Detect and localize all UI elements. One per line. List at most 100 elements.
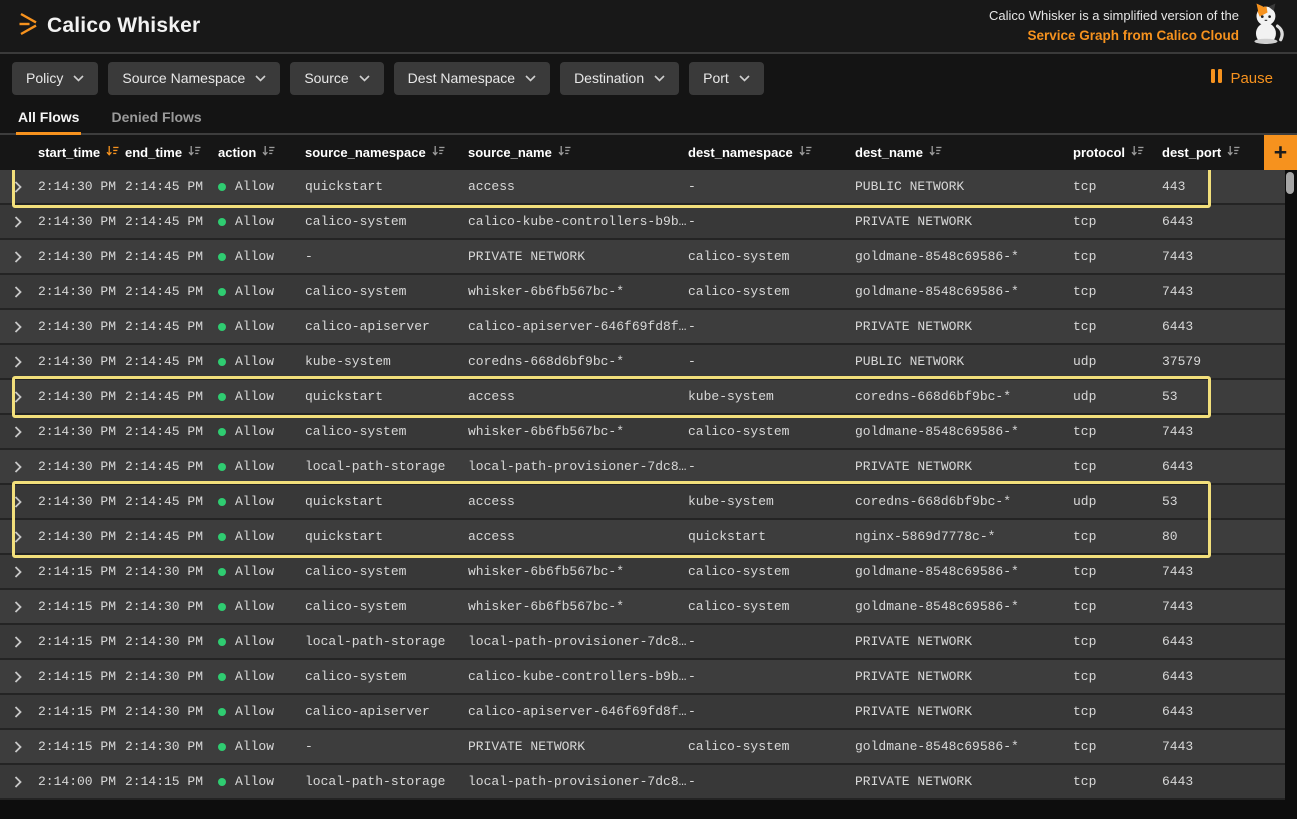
- cell-dest-port: 6443: [1162, 669, 1285, 684]
- table-row[interactable]: 2:14:15 PM 2:14:30 PM Allow calico-syste…: [0, 555, 1285, 590]
- cell-dest-name: PRIVATE NETWORK: [855, 774, 1073, 789]
- cell-source-namespace: kube-system: [305, 354, 468, 369]
- column-header-source-name[interactable]: source_name: [468, 145, 688, 160]
- tab-denied-flows[interactable]: Denied Flows: [109, 102, 203, 135]
- add-column-button[interactable]: +: [1264, 135, 1297, 170]
- cell-source-name: calico-kube-controllers-b9b…: [468, 669, 688, 684]
- action-label: Allow: [235, 774, 274, 789]
- table-row[interactable]: 2:14:30 PM 2:14:45 PM Allow - PRIVATE NE…: [0, 240, 1285, 275]
- cell-source-namespace: local-path-storage: [305, 774, 468, 789]
- cell-protocol: udp: [1073, 354, 1162, 369]
- column-header-protocol[interactable]: protocol: [1073, 145, 1162, 160]
- action-label: Allow: [235, 284, 274, 299]
- expand-row-chevron-icon[interactable]: [14, 706, 38, 718]
- expand-row-chevron-icon[interactable]: [14, 461, 38, 473]
- table-row[interactable]: 2:14:30 PM 2:14:45 PM Allow kube-system …: [0, 345, 1285, 380]
- table-row[interactable]: 2:14:30 PM 2:14:45 PM Allow quickstart a…: [0, 485, 1285, 520]
- cell-dest-name: coredns-668d6bf9bc-*: [855, 389, 1073, 404]
- cell-source-name: access: [468, 529, 688, 544]
- expand-row-chevron-icon[interactable]: [14, 181, 38, 193]
- cell-end-time: 2:14:45 PM: [125, 354, 218, 369]
- cell-dest-namespace: -: [688, 459, 855, 474]
- expand-row-chevron-icon[interactable]: [14, 426, 38, 438]
- table-row[interactable]: 2:14:15 PM 2:14:30 PM Allow - PRIVATE NE…: [0, 730, 1285, 765]
- expand-row-chevron-icon[interactable]: [14, 391, 38, 403]
- filter-dropdown-dest-namespace[interactable]: Dest Namespace: [394, 62, 550, 95]
- table-row[interactable]: 2:14:30 PM 2:14:45 PM Allow calico-syste…: [0, 415, 1285, 450]
- sort-descending-icon: [262, 145, 275, 160]
- vertical-scrollbar-thumb[interactable]: [1286, 172, 1294, 194]
- allow-status-dot-icon: [218, 428, 226, 436]
- table-row[interactable]: 2:14:30 PM 2:14:45 PM Allow quickstart a…: [0, 170, 1285, 205]
- expand-row-chevron-icon[interactable]: [14, 566, 38, 578]
- table-row[interactable]: 2:14:15 PM 2:14:30 PM Allow local-path-s…: [0, 625, 1285, 660]
- expand-row-chevron-icon[interactable]: [14, 356, 38, 368]
- table-row[interactable]: 2:14:30 PM 2:14:45 PM Allow quickstart a…: [0, 520, 1285, 555]
- flows-table-body: 2:14:30 PM 2:14:45 PM Allow quickstart a…: [0, 170, 1297, 819]
- pause-button[interactable]: Pause: [1211, 69, 1285, 87]
- cell-action: Allow: [218, 634, 305, 649]
- filter-dropdown-policy[interactable]: Policy: [12, 62, 98, 95]
- table-row[interactable]: 2:14:15 PM 2:14:30 PM Allow calico-apise…: [0, 695, 1285, 730]
- column-header-action[interactable]: action: [218, 145, 305, 160]
- cell-source-name: PRIVATE NETWORK: [468, 249, 688, 264]
- table-row[interactable]: 2:14:30 PM 2:14:45 PM Allow calico-syste…: [0, 205, 1285, 240]
- tab-all-flows[interactable]: All Flows: [16, 102, 81, 135]
- cell-end-time: 2:14:45 PM: [125, 284, 218, 299]
- filter-dropdown-destination[interactable]: Destination: [560, 62, 679, 95]
- column-header-label: source_namespace: [305, 145, 426, 160]
- expand-row-chevron-icon[interactable]: [14, 286, 38, 298]
- cell-protocol: tcp: [1073, 424, 1162, 439]
- allow-status-dot-icon: [218, 603, 226, 611]
- expand-row-chevron-icon[interactable]: [14, 636, 38, 648]
- column-header-dest-name[interactable]: dest_name: [855, 145, 1073, 160]
- expand-row-chevron-icon[interactable]: [14, 601, 38, 613]
- cell-source-name: whisker-6b6fb567bc-*: [468, 424, 688, 439]
- cell-dest-namespace: calico-system: [688, 284, 855, 299]
- cell-start-time: 2:14:30 PM: [38, 214, 125, 229]
- allow-status-dot-icon: [218, 533, 226, 541]
- column-header-end-time[interactable]: end_time: [125, 145, 218, 160]
- table-row[interactable]: 2:14:30 PM 2:14:45 PM Allow calico-syste…: [0, 275, 1285, 310]
- table-row[interactable]: 2:14:15 PM 2:14:30 PM Allow calico-syste…: [0, 590, 1285, 625]
- cell-source-namespace: quickstart: [305, 389, 468, 404]
- column-header-source-namespace[interactable]: source_namespace: [305, 145, 468, 160]
- table-row[interactable]: 2:14:30 PM 2:14:45 PM Allow calico-apise…: [0, 310, 1285, 345]
- allow-status-dot-icon: [218, 638, 226, 646]
- expand-row-chevron-icon[interactable]: [14, 741, 38, 753]
- column-header-start-time[interactable]: start_time: [38, 145, 125, 160]
- action-label: Allow: [235, 459, 274, 474]
- filter-dropdown-source-namespace[interactable]: Source Namespace: [108, 62, 280, 95]
- expand-row-chevron-icon[interactable]: [14, 531, 38, 543]
- allow-status-dot-icon: [218, 358, 226, 366]
- filter-bar: Policy Source Namespace Source Dest Name…: [0, 54, 1297, 102]
- table-header-row: start_time end_time action: [0, 135, 1297, 170]
- expand-row-chevron-icon[interactable]: [14, 251, 38, 263]
- table-row[interactable]: 2:14:15 PM 2:14:30 PM Allow calico-syste…: [0, 660, 1285, 695]
- cell-end-time: 2:14:30 PM: [125, 599, 218, 614]
- column-header-label: end_time: [125, 145, 182, 160]
- allow-status-dot-icon: [218, 778, 226, 786]
- expand-row-chevron-icon[interactable]: [14, 321, 38, 333]
- expand-row-chevron-icon[interactable]: [14, 776, 38, 788]
- expand-row-chevron-icon[interactable]: [14, 216, 38, 228]
- table-row[interactable]: 2:14:30 PM 2:14:45 PM Allow local-path-s…: [0, 450, 1285, 485]
- cell-end-time: 2:14:45 PM: [125, 459, 218, 474]
- filter-dropdown-port[interactable]: Port: [689, 62, 764, 95]
- sort-descending-icon: [106, 145, 119, 160]
- column-header-dest-namespace[interactable]: dest_namespace: [688, 145, 855, 160]
- cell-source-name: calico-kube-controllers-b9b…: [468, 214, 688, 229]
- column-header-label: source_name: [468, 145, 552, 160]
- expand-row-chevron-icon[interactable]: [14, 671, 38, 683]
- table-row[interactable]: 2:14:30 PM 2:14:45 PM Allow quickstart a…: [0, 380, 1285, 415]
- tagline: Calico Whisker is a simplified version o…: [989, 3, 1285, 50]
- expand-row-chevron-icon[interactable]: [14, 496, 38, 508]
- cell-source-name: whisker-6b6fb567bc-*: [468, 284, 688, 299]
- chevron-down-icon: [525, 75, 536, 82]
- table-row[interactable]: 2:14:00 PM 2:14:15 PM Allow local-path-s…: [0, 765, 1285, 800]
- cell-end-time: 2:14:30 PM: [125, 704, 218, 719]
- service-graph-link[interactable]: Service Graph from Calico Cloud: [989, 26, 1239, 46]
- filter-label: Source Namespace: [122, 70, 245, 86]
- cell-protocol: tcp: [1073, 249, 1162, 264]
- filter-dropdown-source[interactable]: Source: [290, 62, 383, 95]
